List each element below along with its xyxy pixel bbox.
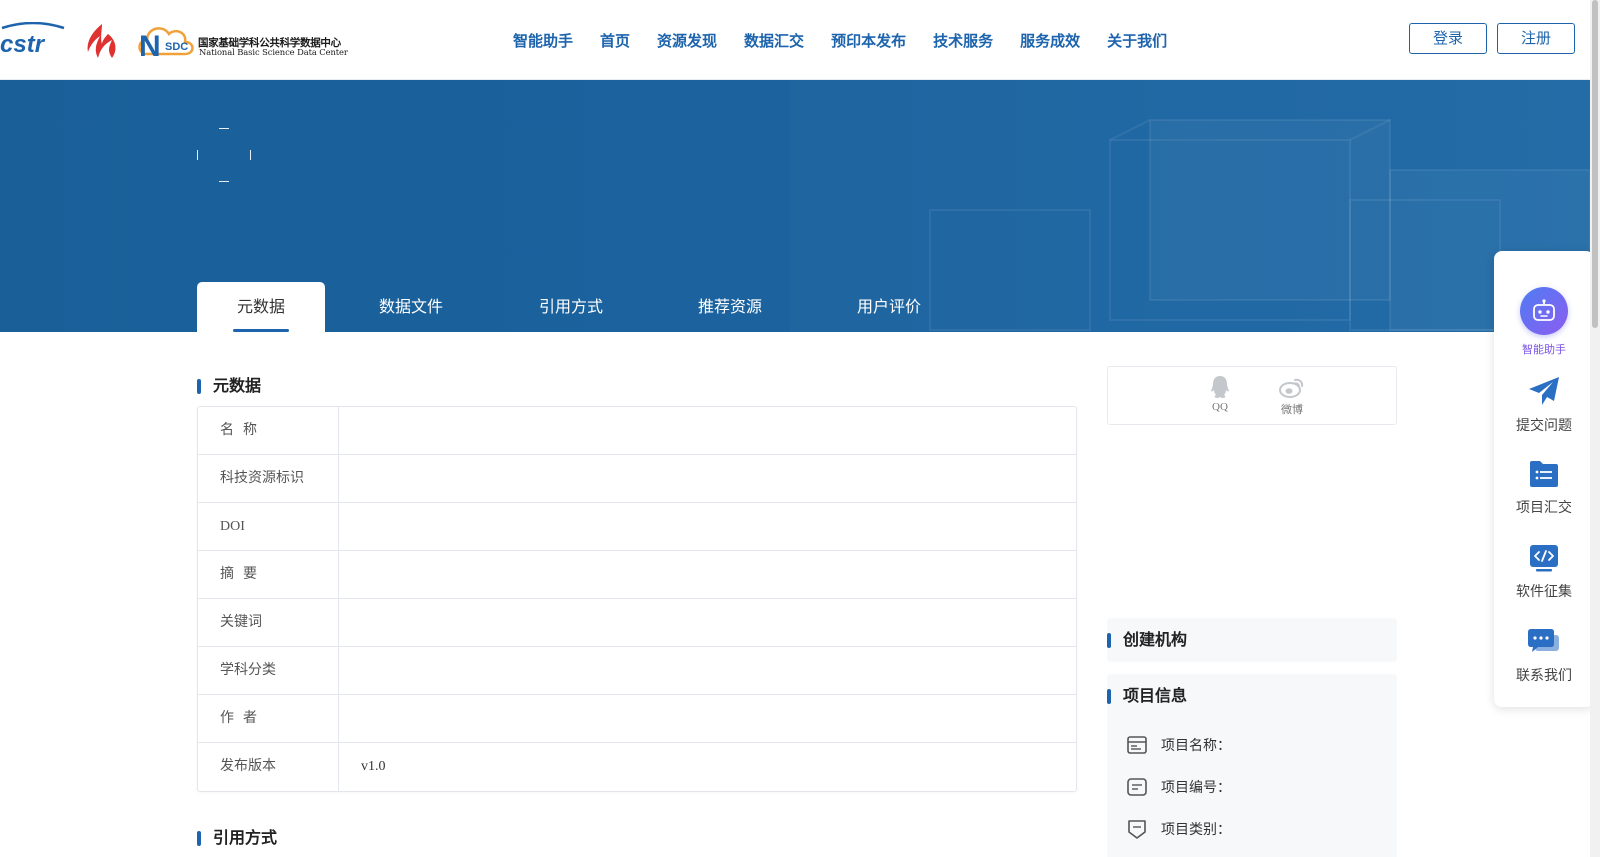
tab-reviews[interactable]: 用户评价 <box>823 282 955 332</box>
project-info-heading: 项目信息 <box>1107 686 1187 706</box>
table-row: 名称 <box>198 407 1076 455</box>
tab-recommended[interactable]: 推荐资源 <box>664 282 796 332</box>
project-number-label: 项目编号： <box>1161 780 1231 796</box>
code-icon <box>1530 545 1558 572</box>
float-contact-us-label: 联系我们 <box>1516 668 1572 684</box>
meta-key-name: 名称 <box>198 407 339 454</box>
float-project-submission-button[interactable]: 项目汇交 <box>1494 459 1594 517</box>
tab-data-files[interactable]: 数据文件 <box>345 282 477 332</box>
hero-banner: 元数据 数据文件 引用方式 推荐资源 用户评价 <box>0 80 1590 332</box>
share-weibo-label: 微博 <box>1281 404 1303 416</box>
nav-item-home[interactable]: 首页 <box>600 30 630 52</box>
project-number-row: 项目编号： <box>1127 776 1231 798</box>
float-assistant-label: 智能助手 <box>1522 343 1566 356</box>
metadata-table: 名称 科技资源标识 DOI 摘要 关键词 学科分类 作者 发布版本 v1.0 <box>197 406 1077 792</box>
meta-key-subject: 学科分类 <box>198 647 339 694</box>
meta-key-version: 发布版本 <box>198 743 339 791</box>
meta-key-resource-id: 科技资源标识 <box>198 455 339 502</box>
creating-org-heading: 创建机构 <box>1107 630 1187 650</box>
cas-logo-icon[interactable] <box>82 22 120 60</box>
cstr-logo-icon[interactable]: cstr <box>0 22 66 60</box>
project-info-card: 项目信息 项目名称： 项目编号： 项目类别： <box>1107 674 1397 857</box>
table-row: 作者 <box>198 695 1076 743</box>
meta-key-abstract: 摘要 <box>198 551 339 598</box>
folder-list-icon <box>1530 461 1558 487</box>
nsdc-logo-text: SDC <box>165 41 188 53</box>
nav-item-about-us[interactable]: 关于我们 <box>1107 30 1167 52</box>
nav-item-data-submission[interactable]: 数据汇交 <box>744 30 804 52</box>
meta-value-subject <box>339 647 1076 694</box>
main-nav: 智能助手 首页 资源发现 数据汇交 预印本发布 技术服务 服务成效 关于我们 <box>513 30 1194 52</box>
creating-org-card: 创建机构 <box>1107 618 1397 662</box>
shield-icon <box>1128 820 1146 839</box>
meta-key-doi: DOI <box>198 503 339 550</box>
meta-value-author <box>339 695 1076 742</box>
float-submit-question-button[interactable]: 提交问题 <box>1494 375 1594 435</box>
project-category-label: 项目类别： <box>1161 822 1231 838</box>
nav-item-assistant[interactable]: 智能助手 <box>513 30 573 52</box>
float-project-submission-label: 项目汇交 <box>1516 500 1572 516</box>
meta-value-abstract <box>339 551 1076 598</box>
nav-item-preprint[interactable]: 预印本发布 <box>831 30 906 52</box>
meta-value-keywords <box>339 599 1076 646</box>
qq-icon <box>1211 376 1229 398</box>
float-contact-us-button[interactable]: 联系我们 <box>1494 627 1594 685</box>
weibo-icon <box>1279 378 1304 398</box>
register-button[interactable]: 注册 <box>1497 23 1575 54</box>
float-software-collection-button[interactable]: 软件征集 <box>1494 543 1594 601</box>
meta-value-resource-id <box>339 455 1076 502</box>
share-weibo-button[interactable]: 微博 <box>1272 375 1312 417</box>
id-card-icon <box>1127 736 1147 754</box>
share-box: QQ 微博 <box>1107 366 1397 425</box>
robot-icon <box>1533 299 1555 321</box>
table-row: 关键词 <box>198 599 1076 647</box>
assistant-avatar <box>1520 287 1568 335</box>
meta-value-version: v1.0 <box>361 759 386 774</box>
table-row: 学科分类 <box>198 647 1076 695</box>
document-icon <box>1127 778 1147 796</box>
cstr-logo-text: cstr <box>0 31 46 58</box>
tab-citation[interactable]: 引用方式 <box>505 282 637 332</box>
meta-key-keywords: 关键词 <box>198 599 339 646</box>
project-name-row: 项目名称： <box>1127 734 1231 756</box>
float-submit-question-label: 提交问题 <box>1516 418 1572 434</box>
dataset-image-placeholder-icon <box>197 128 251 182</box>
logo-english-name: National Basic Science Data Center <box>199 47 348 57</box>
nsdc-logo-icon[interactable]: N SDC <box>135 20 197 62</box>
table-row: 科技资源标识 <box>198 455 1076 503</box>
project-category-row: 项目类别： <box>1127 818 1231 840</box>
table-row: DOI <box>198 503 1076 551</box>
metadata-heading: 元数据 <box>197 376 261 396</box>
site-header: cstr N SDC 国家基础学科公共科学数据中心 National Basic… <box>0 0 1600 80</box>
paper-plane-icon <box>1529 377 1559 405</box>
float-assistant-button[interactable]: 智能助手 <box>1494 287 1594 357</box>
project-name-label: 项目名称： <box>1161 738 1231 754</box>
chat-icon <box>1528 629 1559 652</box>
floating-side-panel: 智能助手 提交问题 项目汇交 软件征集 联系我们 <box>1494 251 1594 707</box>
citation-heading: 引用方式 <box>197 828 277 848</box>
share-qq-button[interactable]: QQ <box>1200 375 1240 413</box>
meta-value-doi <box>339 503 1076 550</box>
float-software-collection-label: 软件征集 <box>1516 584 1572 600</box>
meta-value-name <box>339 407 1076 454</box>
page-scrollbar-thumb[interactable] <box>1592 0 1598 328</box>
nav-item-tech-services[interactable]: 技术服务 <box>933 30 993 52</box>
table-row: 摘要 <box>198 551 1076 599</box>
nav-item-resource-discovery[interactable]: 资源发现 <box>657 30 717 52</box>
svg-text:N: N <box>139 30 161 62</box>
meta-key-author: 作者 <box>198 695 339 742</box>
login-button[interactable]: 登录 <box>1409 23 1487 54</box>
tab-metadata[interactable]: 元数据 <box>197 282 325 332</box>
table-row: 发布版本 v1.0 <box>198 743 1076 791</box>
nav-item-service-results[interactable]: 服务成效 <box>1020 30 1080 52</box>
share-qq-label: QQ <box>1212 401 1228 413</box>
